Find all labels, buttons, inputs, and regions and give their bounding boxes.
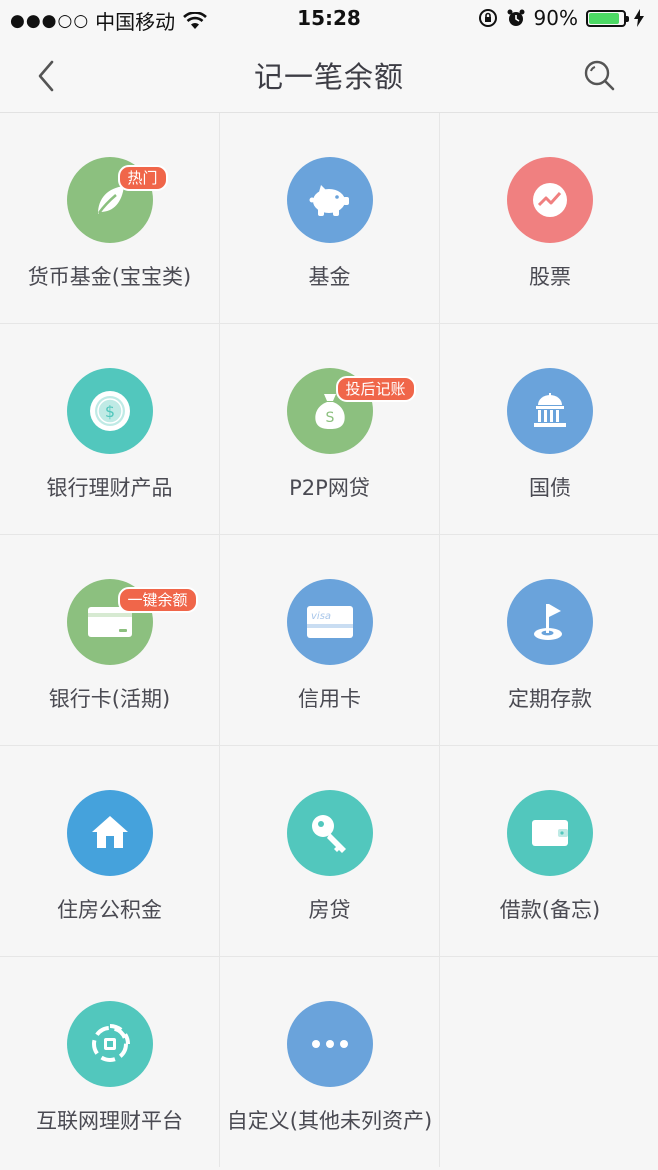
asset-item-custom[interactable]: 自定义(其他未列资产) — [220, 957, 439, 1167]
badge-after-investment: 投后记账 — [335, 376, 416, 402]
coin-symbol: $ — [104, 402, 114, 421]
asset-type-grid: 热门 货币基金(宝宝类) 基金 股票 $ 银行理财产品 S 投后记账 P2P网贷… — [0, 113, 658, 1167]
battery-fill — [589, 12, 620, 24]
asset-item-label: 信用卡 — [298, 687, 361, 711]
asset-item-label: 自定义(其他未列资产) — [226, 1109, 433, 1133]
asset-item-label: 股票 — [529, 265, 571, 289]
asset-item-treasury-bond[interactable]: 国债 — [440, 324, 658, 534]
status-bar: ●●●○○ 中国移动 15:28 90% — [0, 0, 658, 40]
more-icon — [286, 1001, 373, 1087]
alarm-icon — [507, 9, 525, 26]
rotation-lock-icon — [478, 9, 497, 27]
asset-item-fund[interactable]: 基金 — [220, 113, 439, 323]
asset-item-label: P2P网贷 — [289, 476, 370, 500]
bag-symbol: S — [325, 410, 334, 426]
house-icon — [66, 790, 153, 876]
asset-item-label: 定期存款 — [508, 687, 592, 711]
asset-item-credit-card[interactable]: visa 信用卡 — [220, 535, 439, 745]
asset-item-bank-card[interactable]: 一键余额 银行卡(活期) — [0, 535, 219, 745]
status-right: 90% — [470, 6, 644, 30]
empty-grid-slot — [440, 957, 658, 1167]
charging-bolt-icon — [634, 9, 644, 27]
asset-item-label: 银行卡(活期) — [48, 687, 171, 711]
asset-item-label: 基金 — [308, 265, 351, 289]
key-icon — [286, 790, 373, 876]
asset-item-label: 银行理财产品 — [46, 476, 173, 500]
credit-card-icon: visa — [286, 579, 373, 665]
badge-hot: 热门 — [117, 165, 168, 191]
visa-text: visa — [311, 611, 331, 622]
asset-item-loan-memo[interactable]: 借款(备忘) — [440, 746, 658, 956]
nav-bar: 记一笔余额 — [0, 40, 658, 113]
asset-item-label: 互联网理财平台 — [36, 1109, 183, 1133]
asset-item-label: 房贷 — [308, 898, 351, 922]
asset-item-label: 国债 — [529, 476, 571, 500]
badge-one-click-balance: 一键余额 — [117, 587, 198, 613]
battery-percent: 90% — [533, 6, 578, 30]
search-icon[interactable] — [582, 58, 618, 94]
asset-item-mortgage[interactable]: 房贷 — [220, 746, 439, 956]
asset-item-label: 住房公积金 — [57, 898, 162, 922]
coin-icon: $ — [66, 368, 153, 454]
platform-icon — [66, 1001, 153, 1087]
wallet-icon — [507, 790, 593, 876]
asset-item-bank-wealth[interactable]: $ 银行理财产品 — [0, 324, 219, 534]
asset-item-money-fund[interactable]: 热门 货币基金(宝宝类) — [0, 113, 219, 323]
battery-icon — [586, 9, 629, 27]
stock-chart-icon — [507, 157, 593, 243]
page-title: 记一笔余额 — [253, 60, 404, 94]
asset-item-housing-fund[interactable]: 住房公积金 — [0, 746, 219, 956]
asset-item-internet-platform[interactable]: 互联网理财平台 — [0, 957, 219, 1167]
asset-item-fixed-deposit[interactable]: 定期存款 — [440, 535, 658, 745]
asset-item-p2p[interactable]: S 投后记账 P2P网贷 — [220, 324, 439, 534]
asset-item-label: 借款(备忘) — [499, 898, 601, 922]
flag-icon — [507, 579, 593, 665]
asset-item-stock[interactable]: 股票 — [440, 113, 658, 323]
piggy-bank-icon — [286, 157, 373, 243]
asset-item-label: 货币基金(宝宝类) — [27, 265, 192, 289]
government-building-icon — [507, 368, 593, 454]
